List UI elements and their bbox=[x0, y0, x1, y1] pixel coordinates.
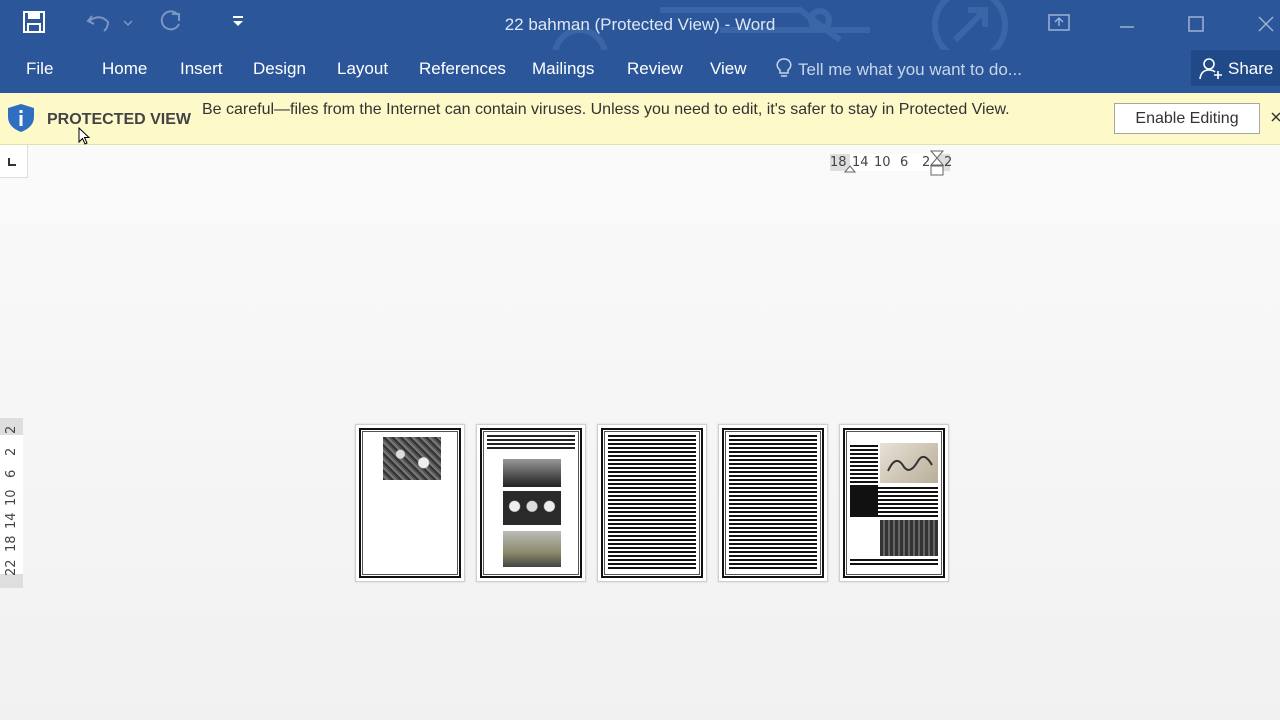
share-label: Share bbox=[1228, 59, 1274, 78]
enable-editing-button[interactable]: Enable Editing bbox=[1114, 103, 1260, 134]
page-text-block bbox=[487, 435, 575, 451]
right-indent-marker[interactable] bbox=[930, 150, 944, 178]
ruler-tick-label: 2 bbox=[4, 425, 19, 434]
dismiss-icon[interactable] bbox=[1271, 110, 1280, 129]
page-photo bbox=[880, 443, 938, 483]
lightbulb-icon bbox=[776, 58, 798, 79]
page-photo bbox=[503, 531, 561, 567]
calligraphy-icon bbox=[887, 455, 933, 472]
ruler-tick-label: 6 bbox=[4, 469, 19, 478]
protected-view-bar: PROTECTED VIEW Be careful—files from the… bbox=[0, 93, 1280, 145]
ruler-tick-label: 18 bbox=[4, 535, 19, 552]
page-thumbnail-5[interactable] bbox=[839, 424, 949, 582]
horizontal-ruler[interactable]: 18 14 10 6 2 2 bbox=[830, 150, 953, 176]
title-bar: 22 bahman (Protected View) - Word bbox=[0, 0, 1280, 50]
page-text-block bbox=[729, 435, 817, 571]
share-person-icon bbox=[1199, 58, 1222, 80]
tab-insert[interactable]: Insert bbox=[180, 59, 223, 79]
protected-view-message: Be careful—files from the Internet can c… bbox=[202, 101, 1010, 118]
tab-design[interactable]: Design bbox=[253, 59, 306, 79]
page-text-block bbox=[850, 559, 938, 567]
left-indent-marker[interactable] bbox=[844, 163, 856, 173]
document-area[interactable]: 18 14 10 6 2 2 2 2 6 10 14 18 22 bbox=[0, 145, 1280, 720]
ruler-tick-label: 2 bbox=[944, 155, 953, 170]
protected-view-label: PROTECTED VIEW bbox=[47, 111, 192, 128]
ruler-tick-label: 6 bbox=[900, 155, 909, 170]
page-thumbnail-4[interactable] bbox=[718, 424, 828, 582]
tab-references[interactable]: References bbox=[419, 59, 506, 79]
tab-file[interactable]: File bbox=[26, 59, 53, 79]
page-text-block bbox=[850, 487, 938, 517]
ribbon-tabs: File Home Insert Design Layout Reference… bbox=[0, 50, 1280, 93]
close-icon[interactable] bbox=[1257, 15, 1275, 38]
ruler-tick-label: 22 bbox=[4, 559, 19, 576]
tab-mailings[interactable]: Mailings bbox=[532, 59, 594, 79]
tab-layout[interactable]: Layout bbox=[337, 59, 388, 79]
minimize-icon[interactable] bbox=[1118, 18, 1136, 41]
page-thumbnail-1[interactable] bbox=[355, 424, 465, 582]
tell-me-box[interactable]: Tell me what you want to do... bbox=[776, 58, 1022, 80]
shield-icon bbox=[7, 103, 35, 138]
page-photo bbox=[383, 437, 441, 480]
ruler-tick-label: 14 bbox=[4, 512, 19, 529]
ruler-tick-label: 10 bbox=[4, 489, 19, 506]
tab-home[interactable]: Home bbox=[102, 59, 147, 79]
ribbon-display-icon[interactable] bbox=[1048, 14, 1070, 37]
page-text-block bbox=[608, 435, 696, 571]
tab-view[interactable]: View bbox=[710, 59, 747, 79]
page-photo bbox=[880, 520, 938, 556]
ruler-tick-label: 10 bbox=[874, 155, 891, 170]
page-thumbnail-2[interactable] bbox=[476, 424, 586, 582]
page-thumbnail-3[interactable] bbox=[597, 424, 707, 582]
maximize-icon[interactable] bbox=[1187, 15, 1205, 38]
tab-review[interactable]: Review bbox=[627, 59, 683, 79]
mouse-cursor-icon bbox=[78, 127, 90, 145]
window-title: 22 bahman (Protected View) - Word bbox=[504, 15, 776, 34]
page-photo bbox=[503, 491, 561, 525]
page-photo bbox=[503, 459, 561, 487]
tab-stop-selector[interactable] bbox=[0, 145, 28, 178]
vertical-ruler[interactable]: 2 2 6 10 14 18 22 bbox=[0, 418, 23, 588]
ruler-tick-label: 2 bbox=[4, 447, 19, 456]
share-button[interactable]: Share bbox=[1191, 50, 1280, 86]
tell-me-placeholder: Tell me what you want to do... bbox=[798, 60, 1022, 79]
